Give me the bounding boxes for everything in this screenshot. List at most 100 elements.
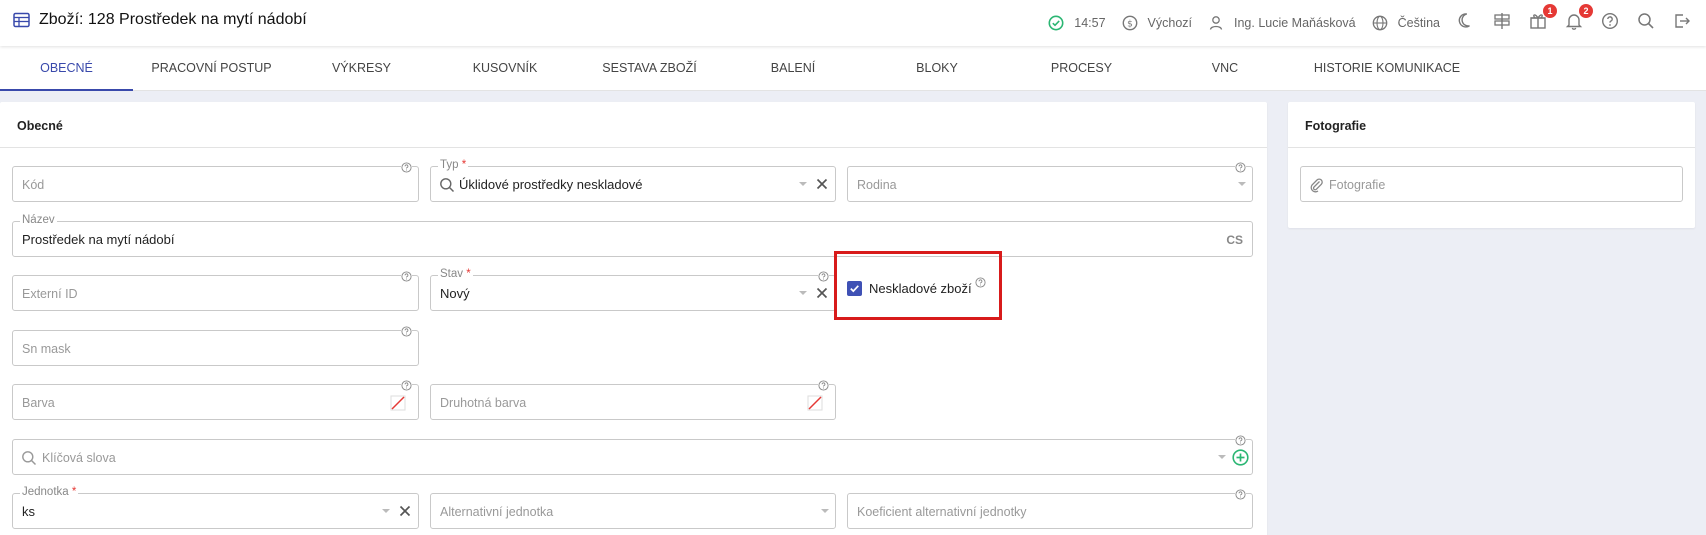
- jednotka-field[interactable]: Jednotka * ks: [12, 485, 419, 529]
- tab-bloky[interactable]: BLOKY: [864, 46, 1010, 91]
- search-button[interactable]: [1636, 12, 1656, 35]
- tab-pracovni-postup[interactable]: PRACOVNÍ POSTUP: [133, 46, 290, 91]
- logout-icon: [1673, 12, 1691, 35]
- clear-icon[interactable]: [398, 503, 412, 524]
- photos-card: Fotografie Fotografie: [1288, 102, 1695, 228]
- help-icon[interactable]: [1235, 435, 1246, 446]
- klicova-slova-field[interactable]: Klíčová slova: [12, 435, 1253, 475]
- tab-vnc[interactable]: VNC: [1153, 46, 1297, 91]
- search-icon: [439, 177, 455, 198]
- globe-icon: [1372, 15, 1388, 31]
- help-icon[interactable]: [401, 162, 412, 173]
- help-icon[interactable]: [401, 326, 412, 337]
- help-icon[interactable]: [818, 271, 829, 282]
- tab-baleni[interactable]: BALENÍ: [722, 46, 864, 91]
- page-title: Zboží: 128 Prostředek na mytí nádobí: [39, 11, 307, 28]
- clear-icon[interactable]: [815, 285, 829, 306]
- tab-historie-komunikace[interactable]: HISTORIE KOMUNIKACE: [1297, 46, 1477, 91]
- currency-selector[interactable]: $ Výchozí: [1122, 15, 1192, 31]
- koeficient-placeholder: Koeficient alternativní jednotky: [857, 505, 1027, 519]
- no-color-icon[interactable]: [390, 395, 406, 416]
- top-bar-actions: 14:57 $ Výchozí Ing. Lucie Maňásková Češ…: [1048, 0, 1706, 46]
- notifications-badge: 2: [1579, 4, 1593, 18]
- tab-procesy[interactable]: PROCESY: [1010, 46, 1153, 91]
- help-icon[interactable]: [1235, 162, 1246, 173]
- kod-placeholder: Kód: [22, 178, 45, 192]
- chevron-down-icon[interactable]: [799, 182, 807, 186]
- externi-id-placeholder: Externí ID: [22, 287, 78, 301]
- externi-id-field[interactable]: Externí ID: [12, 271, 419, 311]
- help-icon[interactable]: [818, 380, 829, 391]
- time-text: 14:57: [1074, 16, 1106, 30]
- typ-label: Typ *: [438, 158, 469, 172]
- dark-mode-button[interactable]: [1456, 13, 1476, 33]
- chevron-down-icon[interactable]: [382, 509, 390, 513]
- signpost-button[interactable]: [1492, 12, 1512, 35]
- druhotna-barva-placeholder: Druhotná barva: [440, 396, 527, 410]
- nazev-field[interactable]: Název Prostředek na mytí nádobí CS: [12, 213, 1253, 257]
- photos-card-header: Fotografie: [1288, 102, 1695, 148]
- help-button[interactable]: [1600, 12, 1620, 35]
- chevron-down-icon[interactable]: [821, 509, 829, 513]
- sn-mask-placeholder: Sn mask: [22, 342, 71, 356]
- general-card-header: Obecné: [0, 102, 1267, 148]
- stav-label: Stav *: [438, 267, 473, 281]
- sn-mask-field[interactable]: Sn mask: [12, 326, 419, 366]
- jednotka-value: ks: [22, 504, 35, 519]
- general-card-title: Obecné: [17, 119, 63, 133]
- help-icon[interactable]: [401, 380, 412, 391]
- search-icon: [21, 450, 37, 471]
- jednotka-label: Jednotka *: [20, 485, 79, 499]
- tab-obecne[interactable]: OBECNÉ: [0, 46, 133, 91]
- add-icon[interactable]: [1232, 449, 1249, 471]
- top-bar: Zboží: 128 Prostředek na mytí nádobí 14:…: [0, 0, 1706, 46]
- paperclip-icon: [1309, 177, 1324, 198]
- stav-value: Nový: [440, 286, 470, 301]
- rodina-field[interactable]: Rodina: [847, 162, 1253, 202]
- status-time: 14:57: [1048, 15, 1106, 31]
- nazev-label: Název: [20, 213, 57, 227]
- notifications-button[interactable]: 2: [1564, 4, 1593, 33]
- logout-button[interactable]: [1672, 13, 1692, 33]
- stav-field[interactable]: Stav * Nový: [430, 267, 836, 311]
- chevron-down-icon[interactable]: [1238, 182, 1246, 186]
- help-icon[interactable]: [1235, 489, 1246, 500]
- language-code[interactable]: CS: [1226, 233, 1243, 247]
- currency-label: Výchozí: [1147, 16, 1192, 30]
- tab-sestava-zbozi[interactable]: SESTAVA ZBOŽÍ: [577, 46, 722, 91]
- general-card: Obecné Kód Typ * Úklidové prostředky nes…: [0, 102, 1267, 535]
- check-circle-icon: [1048, 15, 1064, 31]
- tab-kusovnik[interactable]: KUSOVNÍK: [433, 46, 577, 91]
- help-icon[interactable]: [401, 271, 412, 282]
- nazev-value: Prostředek na mytí nádobí: [22, 232, 175, 247]
- signpost-icon: [1493, 12, 1511, 35]
- tab-vykresy[interactable]: VÝKRESY: [290, 46, 433, 91]
- tab-bar: OBECNÉ PRACOVNÍ POSTUP VÝKRESY KUSOVNÍK …: [0, 46, 1706, 91]
- chevron-down-icon[interactable]: [1218, 455, 1226, 459]
- druhotna-barva-field[interactable]: Druhotná barva: [430, 380, 836, 420]
- koeficient-field[interactable]: Koeficient alternativní jednotky: [847, 489, 1253, 529]
- barva-field[interactable]: Barva: [12, 380, 419, 420]
- highlight-box: [834, 251, 1002, 320]
- typ-field[interactable]: Typ * Úklidové prostředky neskladové: [430, 158, 836, 202]
- klicova-slova-placeholder: Klíčová slova: [42, 451, 116, 465]
- moon-icon: [1458, 12, 1475, 34]
- search-icon: [1637, 12, 1655, 35]
- gift-button[interactable]: 1: [1528, 4, 1557, 33]
- help-icon: [1601, 12, 1619, 35]
- chevron-down-icon[interactable]: [799, 291, 807, 295]
- user-menu[interactable]: Ing. Lucie Maňásková: [1208, 15, 1356, 31]
- photos-card-title: Fotografie: [1305, 119, 1367, 133]
- photo-upload-field[interactable]: Fotografie: [1300, 166, 1683, 202]
- language-selector[interactable]: Čeština: [1372, 15, 1440, 31]
- gift-badge: 1: [1543, 4, 1557, 18]
- user-name: Ing. Lucie Maňásková: [1234, 16, 1356, 30]
- kod-field[interactable]: Kód: [12, 162, 419, 202]
- no-color-icon[interactable]: [807, 395, 823, 416]
- table-icon: [13, 12, 30, 33]
- barva-placeholder: Barva: [22, 396, 55, 410]
- alternativni-jednotka-field[interactable]: Alternativní jednotka: [430, 493, 836, 529]
- typ-value: Úklidové prostředky neskladové: [459, 177, 643, 192]
- alternativni-jednotka-placeholder: Alternativní jednotka: [440, 505, 554, 519]
- clear-icon[interactable]: [815, 176, 829, 197]
